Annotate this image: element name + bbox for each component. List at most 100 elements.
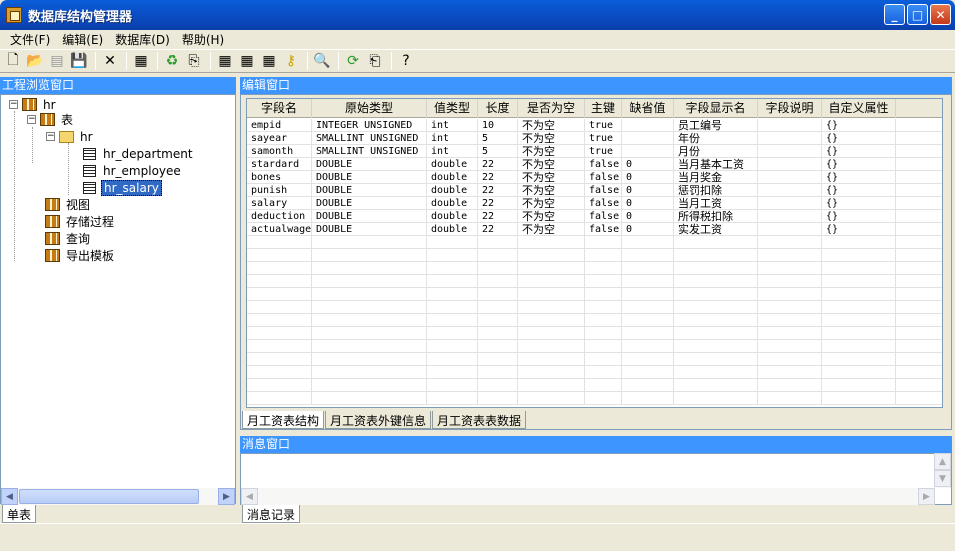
empty-cell[interactable] xyxy=(622,262,674,275)
cell-nullable[interactable]: 不为空 xyxy=(518,197,585,210)
table-row[interactable]: punish DOUBLE double 22 不为空 false 0 惩罚扣除 {} xyxy=(247,184,942,197)
empty-cell[interactable] xyxy=(822,275,896,288)
scroll-left-icon[interactable]: ◀ xyxy=(1,488,18,505)
properties-icon[interactable]: ▦ xyxy=(131,51,151,71)
empty-cell[interactable] xyxy=(896,353,942,366)
empty-cell[interactable] xyxy=(247,314,312,327)
table-row[interactable] xyxy=(247,327,942,340)
table-row[interactable] xyxy=(247,392,942,405)
menu-database[interactable]: 数据库(D) xyxy=(109,31,176,48)
empty-cell[interactable] xyxy=(478,366,518,379)
empty-cell[interactable] xyxy=(758,366,822,379)
empty-cell[interactable] xyxy=(674,353,758,366)
empty-cell[interactable] xyxy=(247,327,312,340)
cell-custom-attributes[interactable]: {} xyxy=(822,158,896,171)
tree-node-views[interactable]: 视图 xyxy=(45,196,92,213)
tree-node-hr-salary[interactable]: hr_salary xyxy=(83,179,162,196)
empty-cell[interactable] xyxy=(427,236,478,249)
empty-cell[interactable] xyxy=(518,392,585,405)
table-row[interactable]: empid INTEGER UNSIGNED int 10 不为空 true 员工编号 {} xyxy=(247,119,942,132)
empty-cell[interactable] xyxy=(518,314,585,327)
cell-field-name[interactable]: stardard xyxy=(247,158,312,171)
help-icon[interactable]: ? xyxy=(396,51,416,71)
cell-description[interactable] xyxy=(758,197,822,210)
cell-description[interactable] xyxy=(758,171,822,184)
empty-cell[interactable] xyxy=(427,314,478,327)
empty-cell[interactable] xyxy=(427,379,478,392)
empty-cell[interactable] xyxy=(247,236,312,249)
empty-cell[interactable] xyxy=(427,288,478,301)
empty-cell[interactable] xyxy=(674,249,758,262)
cell-raw-type[interactable]: DOUBLE xyxy=(312,197,427,210)
table-row[interactable] xyxy=(247,314,942,327)
empty-cell[interactable] xyxy=(478,327,518,340)
empty-cell[interactable] xyxy=(896,171,942,184)
cell-raw-type[interactable]: INTEGER UNSIGNED xyxy=(312,119,427,132)
table-row[interactable]: deduction DOUBLE double 22 不为空 false 0 所得税扣除 {} xyxy=(247,210,942,223)
cell-value-type[interactable]: int xyxy=(427,132,478,145)
cell-field-name[interactable]: punish xyxy=(247,184,312,197)
cell-description[interactable] xyxy=(758,223,822,236)
empty-cell[interactable] xyxy=(518,353,585,366)
empty-cell[interactable] xyxy=(758,353,822,366)
empty-cell[interactable] xyxy=(312,327,427,340)
cell-nullable[interactable]: 不为空 xyxy=(518,145,585,158)
empty-cell[interactable] xyxy=(427,301,478,314)
column-header-description[interactable]: 字段说明 xyxy=(758,99,822,118)
cell-length[interactable]: 5 xyxy=(478,145,518,158)
cell-length[interactable]: 22 xyxy=(478,197,518,210)
cell-display-name[interactable]: 所得税扣除 xyxy=(674,210,758,223)
empty-cell[interactable] xyxy=(247,392,312,405)
empty-cell[interactable] xyxy=(674,340,758,353)
cell-custom-attributes[interactable]: {} xyxy=(822,210,896,223)
save-icon[interactable]: 💾 xyxy=(69,51,89,71)
table-row[interactable] xyxy=(247,353,942,366)
cell-primary-key[interactable]: true xyxy=(585,119,622,132)
tree-node-export-templates[interactable]: 导出模板 xyxy=(45,247,116,264)
delete-icon[interactable]: ✕ xyxy=(100,51,120,71)
empty-cell[interactable] xyxy=(822,301,896,314)
empty-cell[interactable] xyxy=(896,340,942,353)
cell-raw-type[interactable]: DOUBLE xyxy=(312,158,427,171)
tree-node-hr-employee[interactable]: hr_employee xyxy=(83,162,183,179)
empty-cell[interactable] xyxy=(896,145,942,158)
cell-field-name[interactable]: actualwage xyxy=(247,223,312,236)
empty-cell[interactable] xyxy=(478,379,518,392)
empty-cell[interactable] xyxy=(758,379,822,392)
empty-cell[interactable] xyxy=(312,314,427,327)
empty-cell[interactable] xyxy=(518,249,585,262)
empty-cell[interactable] xyxy=(674,392,758,405)
column-header-length[interactable]: 长度 xyxy=(478,99,518,118)
cell-default-value[interactable]: 0 xyxy=(622,171,674,184)
empty-cell[interactable] xyxy=(585,275,622,288)
cell-display-name[interactable]: 年份 xyxy=(674,132,758,145)
maximize-button[interactable]: □ xyxy=(907,4,928,25)
tree-node-procedures[interactable]: 存储过程 xyxy=(45,213,116,230)
empty-cell[interactable] xyxy=(312,275,427,288)
empty-cell[interactable] xyxy=(822,288,896,301)
empty-cell[interactable] xyxy=(896,288,942,301)
empty-cell[interactable] xyxy=(478,353,518,366)
cell-custom-attributes[interactable]: {} xyxy=(822,197,896,210)
column-header-raw-type[interactable]: 原始类型 xyxy=(312,99,427,118)
table-row[interactable] xyxy=(247,340,942,353)
empty-cell[interactable] xyxy=(312,301,427,314)
empty-cell[interactable] xyxy=(478,275,518,288)
empty-cell[interactable] xyxy=(758,275,822,288)
table-row[interactable] xyxy=(247,275,942,288)
table-row[interactable] xyxy=(247,262,942,275)
empty-cell[interactable] xyxy=(585,262,622,275)
empty-cell[interactable] xyxy=(622,379,674,392)
empty-cell[interactable] xyxy=(822,327,896,340)
cell-display-name[interactable]: 实发工资 xyxy=(674,223,758,236)
new-file-icon[interactable]: 🗋 xyxy=(3,51,23,71)
cell-value-type[interactable]: double xyxy=(427,184,478,197)
empty-cell[interactable] xyxy=(758,314,822,327)
column-header-primary-key[interactable]: 主键 xyxy=(585,99,622,118)
empty-cell[interactable] xyxy=(822,314,896,327)
cell-length[interactable]: 22 xyxy=(478,210,518,223)
empty-cell[interactable] xyxy=(622,392,674,405)
empty-cell[interactable] xyxy=(758,249,822,262)
cell-custom-attributes[interactable]: {} xyxy=(822,223,896,236)
empty-cell[interactable] xyxy=(622,327,674,340)
